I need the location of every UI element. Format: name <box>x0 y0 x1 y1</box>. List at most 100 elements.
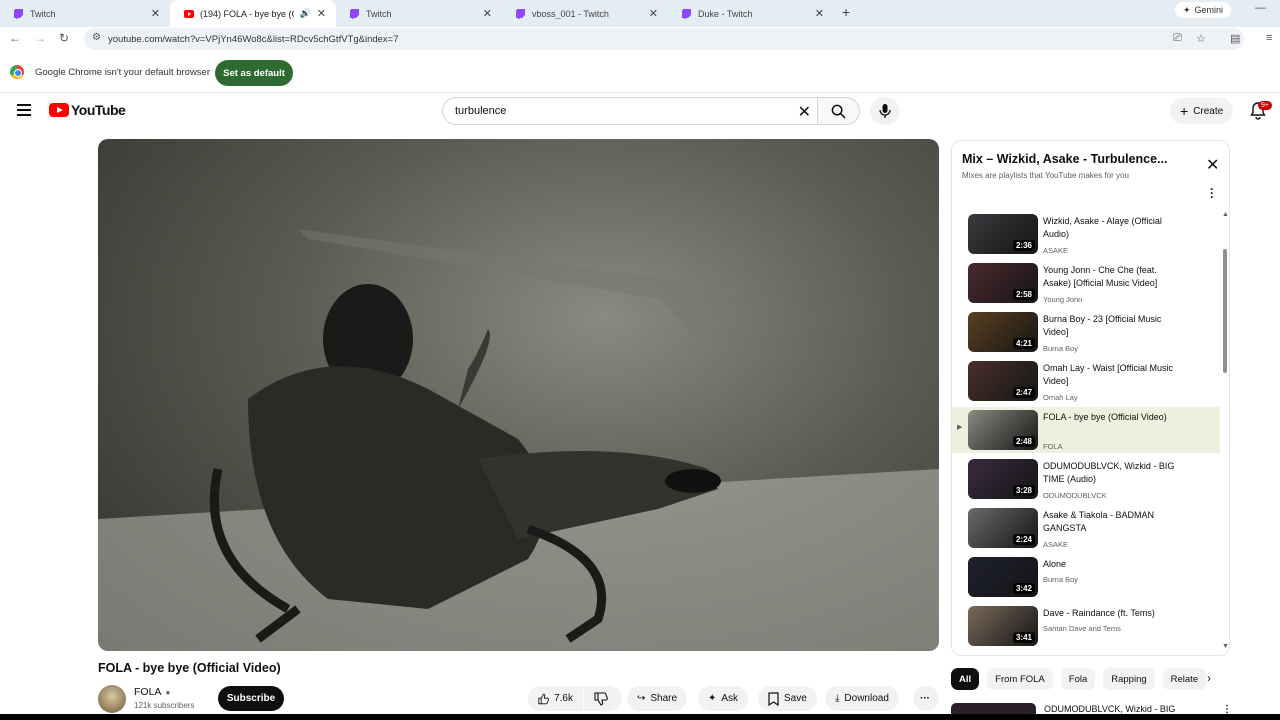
now-playing-icon: ▶ <box>957 424 963 431</box>
channel-avatar[interactable] <box>98 685 126 713</box>
hamburger-menu-icon[interactable] <box>17 104 31 116</box>
duration-badge: 3:28 <box>1012 485 1035 496</box>
dislike-button[interactable] <box>584 686 622 711</box>
youtube-play-icon <box>49 103 69 117</box>
microphone-icon <box>879 104 891 118</box>
ask-button[interactable]: ✦ Ask <box>698 686 749 711</box>
gemini-button[interactable]: ✦ Gemini <box>1175 2 1232 18</box>
search-button[interactable] <box>818 97 860 125</box>
tab-twitch-3[interactable]: vboss_001 - Twitch ✕ <box>502 0 668 27</box>
channel-name: FOLA <box>134 686 162 698</box>
create-button[interactable]: + Create <box>1170 98 1234 124</box>
forward-icon[interactable]: → <box>34 31 46 45</box>
back-icon[interactable]: ← <box>9 31 21 45</box>
playlist-item-title: Young Jonn - Che Che (feat. Asake) [Offi… <box>1043 265 1158 288</box>
tab-title: Duke - Twitch <box>698 8 753 19</box>
close-playlist-icon[interactable]: ✕ <box>1206 155 1219 175</box>
menu-icon[interactable]: ≡ <box>1266 32 1272 44</box>
channel-name-link[interactable]: FOLA ● <box>134 686 170 698</box>
tab-twitch-2[interactable]: Twitch ✕ <box>336 0 502 27</box>
tab-close-icon[interactable]: ✕ <box>815 7 824 20</box>
playlist-item[interactable]: 3:28 ODUMODUBLVCK, Wizkid - BIG TIME (Aud… <box>952 456 1220 502</box>
scroll-up-icon[interactable]: ▲ <box>1222 211 1229 218</box>
playlist-item-title: ODUMODUBLVCK, Wizkid - BIG TIME (Audio) <box>1043 461 1175 484</box>
playlist-title[interactable]: Mix – Wizkid, Asake - Turbulence... <box>962 152 1182 166</box>
set-default-button[interactable]: Set as default <box>215 60 293 86</box>
chrome-icon <box>10 65 24 79</box>
chip-from-fola[interactable]: From FOLA <box>987 668 1053 690</box>
chip-rapping[interactable]: Rapping <box>1103 668 1155 690</box>
chip-all[interactable]: All <box>951 668 980 690</box>
playlist-item[interactable]: FOLA - caricature (Official <box>952 652 1220 655</box>
download-button[interactable]: ⤓ Download <box>825 686 899 711</box>
playlist-item[interactable]: 2:24 Asake & Tiakola - BADMAN GANGSTA ASAK… <box>952 505 1220 551</box>
tab-close-icon[interactable]: ✕ <box>649 7 658 20</box>
scroll-down-icon[interactable]: ▼ <box>1222 643 1229 650</box>
video-player[interactable] <box>98 139 939 651</box>
playlist-item-channel: ODUMODUBLVCK <box>1043 491 1107 500</box>
playlist-more-icon[interactable]: · · · <box>1210 183 1214 203</box>
subscribe-button[interactable]: Subscribe <box>218 686 284 711</box>
tab-title: Twitch <box>30 8 56 19</box>
notification-count-badge: 9+ <box>1258 101 1272 110</box>
reading-mode-icon[interactable]: ▤ <box>1230 32 1240 45</box>
twitch-icon <box>682 8 692 19</box>
reload-icon[interactable]: ↻ <box>59 31 69 45</box>
like-button[interactable]: 7.6k <box>528 686 583 711</box>
screen-bottom-edge <box>0 714 1280 720</box>
youtube-wordmark: YouTube <box>71 102 126 118</box>
voice-search-button[interactable] <box>870 97 900 125</box>
url-text: youtube.com/watch?v=VPjYn46Wo8c&list=RDc… <box>108 33 399 45</box>
default-browser-infobar: Google Chrome isn't your default browser… <box>0 51 1280 93</box>
playlist-thumbnail: 2:24 <box>968 508 1038 548</box>
speaker-icon[interactable]: 🔊 <box>300 8 311 19</box>
chevron-right-icon[interactable]: › <box>1207 671 1211 685</box>
tab-close-icon[interactable]: ✕ <box>151 7 160 20</box>
playlist-scroll-thumb[interactable] <box>1223 249 1227 373</box>
duration-badge: 3:41 <box>1012 632 1035 643</box>
playlist-item[interactable]: 2:36 Wizkid, Asake - Alaye (Official Audi… <box>952 211 1220 257</box>
tab-twitch-4[interactable]: Duke - Twitch ✕ <box>668 0 834 27</box>
search-icon <box>831 104 846 119</box>
more-actions-button[interactable]: ··· <box>913 686 939 711</box>
tab-twitch-1[interactable]: Twitch ✕ <box>0 0 170 27</box>
subscriber-count: 121k subscribers <box>134 701 195 710</box>
playlist-item[interactable]: 4:21 Burna Boy - 23 [Official Music Video… <box>952 309 1220 355</box>
playlist-thumbnail: 3:42 <box>968 557 1038 597</box>
search-input[interactable]: turbulence ✕ <box>442 97 818 125</box>
playlist-thumbnail: 2:47 <box>968 361 1038 401</box>
playlist-item-channel: ASAKE <box>1043 246 1069 255</box>
playlist-item-title: FOLA - bye bye (Official Video) <box>1043 412 1167 422</box>
playlist-thumbnail: 2:58 <box>968 263 1038 303</box>
video-frame <box>98 229 939 651</box>
playlist-item[interactable]: 2:47 Omah Lay - Waist [Official Music Vid… <box>952 358 1220 404</box>
verified-icon: ● <box>165 687 171 697</box>
share-button[interactable]: ↪ Share <box>627 686 688 711</box>
playlist-subtitle: Mixes are playlists that YouTube makes f… <box>962 171 1129 180</box>
playlist-thumbnail: 3:41 <box>968 606 1038 646</box>
save-label: Save <box>784 693 807 704</box>
tab-close-icon[interactable]: ✕ <box>317 7 326 20</box>
chip-fola[interactable]: Fola <box>1060 668 1096 690</box>
clear-search-icon[interactable]: ✕ <box>798 102 811 122</box>
playlist-item-channel: FOLA <box>1043 442 1063 451</box>
new-tab-button[interactable]: + <box>842 4 850 20</box>
minimize-icon[interactable]: — <box>1255 2 1266 14</box>
playlist-thumbnail: 4:21 <box>968 312 1038 352</box>
next-video-title: ODUMODUBLVCK, Wizkid - BIG <box>1044 704 1176 714</box>
url-field[interactable]: ⚙ youtube.com/watch?v=VPjYn46Wo8c&list=R… <box>84 28 1244 50</box>
bookmark-star-icon[interactable]: ☆ <box>1196 32 1206 45</box>
tab-close-icon[interactable]: ✕ <box>483 7 492 20</box>
cast-icon[interactable]: ⎚ <box>1173 32 1182 45</box>
duration-badge: 2:24 <box>1012 534 1035 545</box>
youtube-logo[interactable]: YouTube <box>49 102 126 118</box>
chip-related[interactable]: Relate <box>1162 668 1207 690</box>
playlist-item[interactable]: 3:42 Alone Burna Boy <box>952 554 1220 600</box>
tab-youtube-active[interactable]: (194) FOLA - bye bye (Offici 🔊 ✕ <box>170 0 336 27</box>
playlist-item[interactable]: 3:41 Dave - Raindance (ft. Tems) Santan Da… <box>952 603 1220 649</box>
site-info-icon[interactable]: ⚙ <box>92 32 101 43</box>
playlist-item[interactable]: ▶ 2:48 FOLA - bye bye (Official Video) FOLA <box>952 407 1220 453</box>
save-button[interactable]: Save <box>758 686 817 711</box>
playlist-item-channel: Young Jonn <box>1043 295 1083 304</box>
playlist-item[interactable]: 2:58 Young Jonn - Che Che (feat. Asake) [… <box>952 260 1220 306</box>
